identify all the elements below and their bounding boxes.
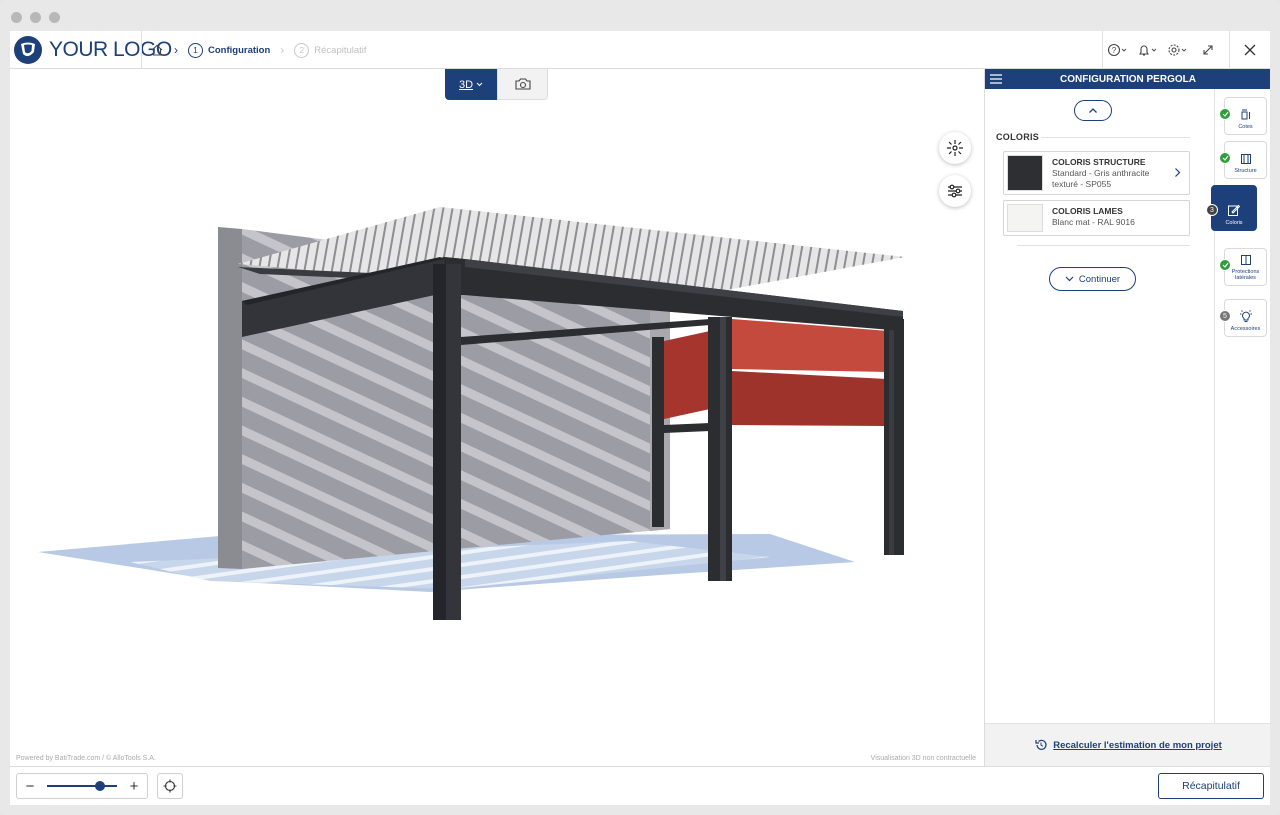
logo-shield-icon [14,36,42,64]
completed-check-icon [1219,108,1231,120]
breadcrumb-step-recapitulatif[interactable]: 2 Récapitulatif [294,42,367,58]
logo[interactable]: YOUR LOGO [13,35,172,65]
fullscreen-button[interactable] [1193,31,1223,69]
chevron-right-icon: › [280,43,285,57]
3d-viewport[interactable]: 3D Powered by BatiTrade.com / © AlloTool… [10,69,984,766]
chevron-right-icon: › [174,43,178,57]
section-title: COLORIS [996,132,1040,142]
configuration-steps: Cotes Structure Coloris 3 Protections la… [1206,89,1270,723]
reset-view-button[interactable] [939,132,971,164]
color-swatch [1007,204,1043,232]
zoom-slider-handle[interactable] [95,781,105,791]
close-button[interactable] [1230,31,1270,69]
help-icon: ? [1107,43,1127,57]
lightbulb-icon [1239,310,1252,322]
continue-button[interactable]: Continuer [1049,267,1136,291]
center-view-button[interactable] [157,773,183,799]
disclaimer-text: Visualisation 3D non contractuelle [870,755,976,762]
panel-header: CONFIGURATION PERGOLA [985,69,1270,89]
chevron-right-icon [1175,168,1181,177]
color-option-name: COLORIS STRUCTURE [1052,157,1146,167]
dimensions-icon [1241,109,1250,120]
color-option-value: Standard - Gris anthracite [1052,168,1150,178]
color-swatch [1007,155,1043,191]
configuration-panel: CONFIGURATION PERGOLA COLORIS COLORIS ST… [984,69,1270,766]
step-number-badge: 5 [1219,310,1231,322]
tab-3d-view[interactable]: 3D [445,69,497,100]
step-coloris[interactable]: Coloris 3 [1206,185,1257,231]
window-dot-close[interactable] [11,12,22,23]
gear-icon [1168,44,1187,56]
paint-icon [1228,204,1241,216]
breadcrumb-step-configuration[interactable]: 1 Configuration [188,42,270,58]
color-option-lames[interactable]: COLORIS LAMES Blanc mat - RAL 9016 [1003,200,1190,236]
window-dot-minimize[interactable] [30,12,41,23]
panel-body: COLORIS COLORIS STRUCTURE Standard - Gri… [985,89,1214,723]
structure-icon [1240,154,1251,164]
color-option-structure[interactable]: COLORIS STRUCTURE Standard - Gris anthra… [1003,151,1190,195]
zoom-out-button[interactable]: − [17,774,43,798]
side-protection-icon [1240,255,1251,265]
completed-check-icon [1219,259,1231,271]
app-header: YOUR LOGO › 1 Configuration › 2 Récapitu… [10,31,1270,69]
notifications-menu-button[interactable] [1133,31,1163,69]
color-option-value: texturé - SP055 [1052,179,1112,189]
chevron-down-icon [1065,276,1074,282]
configurator-app: YOUR LOGO › 1 Configuration › 2 Récapitu… [10,31,1270,805]
step-accessoires[interactable]: Accessoires 5 [1219,299,1267,337]
step-protections-laterales[interactable]: Protections latérales [1219,248,1267,286]
bell-icon [1138,45,1157,56]
step-number-badge: 3 [1206,204,1218,216]
chevron-down-icon [476,82,483,87]
step-cotes[interactable]: Cotes [1219,97,1267,135]
chevron-up-icon [1089,108,1097,113]
scene-settings-button[interactable] [939,175,971,207]
sliders-icon [948,184,962,198]
zoom-control: − + [16,773,148,799]
zoom-in-button[interactable]: + [121,774,147,798]
browser-window: YOUR LOGO › 1 Configuration › 2 Récapitu… [0,0,1280,815]
powered-by-text: Powered by BatiTrade.com / © AlloTools S… [16,755,156,762]
home-icon[interactable] [150,43,164,57]
color-option-value: Blanc mat - RAL 9016 [1052,217,1135,227]
refresh-icon [1035,739,1047,750]
crosshair-icon [163,779,177,793]
previous-section-button[interactable] [1074,100,1112,121]
zoom-slider[interactable] [43,774,121,798]
help-menu-button[interactable]: ? [1103,31,1133,69]
recalculate-estimate-link[interactable]: Recalculer l'estimation de mon projet [985,723,1270,766]
view-mode-tabs: 3D [445,69,548,100]
tab-photo-view[interactable] [497,69,548,100]
recenter-icon [947,140,963,156]
close-icon [1244,44,1256,56]
breadcrumb: › 1 Configuration › 2 Récapitulatif [150,31,367,69]
header-tools: ? [1102,31,1270,69]
bottom-toolbar: − + Récapitulatif [10,766,1270,805]
window-dot-maximize[interactable] [49,12,60,23]
settings-menu-button[interactable] [1163,31,1193,69]
window-controls [11,12,60,23]
completed-check-icon [1219,152,1231,164]
camera-icon [514,78,531,90]
color-option-name: COLORIS LAMES [1052,206,1123,216]
step-structure[interactable]: Structure [1219,141,1267,179]
pergola-3d-render[interactable] [10,69,984,766]
panel-title: CONFIGURATION PERGOLA [1060,73,1196,85]
recapitulatif-button[interactable]: Récapitulatif [1158,773,1264,799]
expand-icon [1203,45,1213,55]
svg-text:?: ? [1112,46,1117,55]
